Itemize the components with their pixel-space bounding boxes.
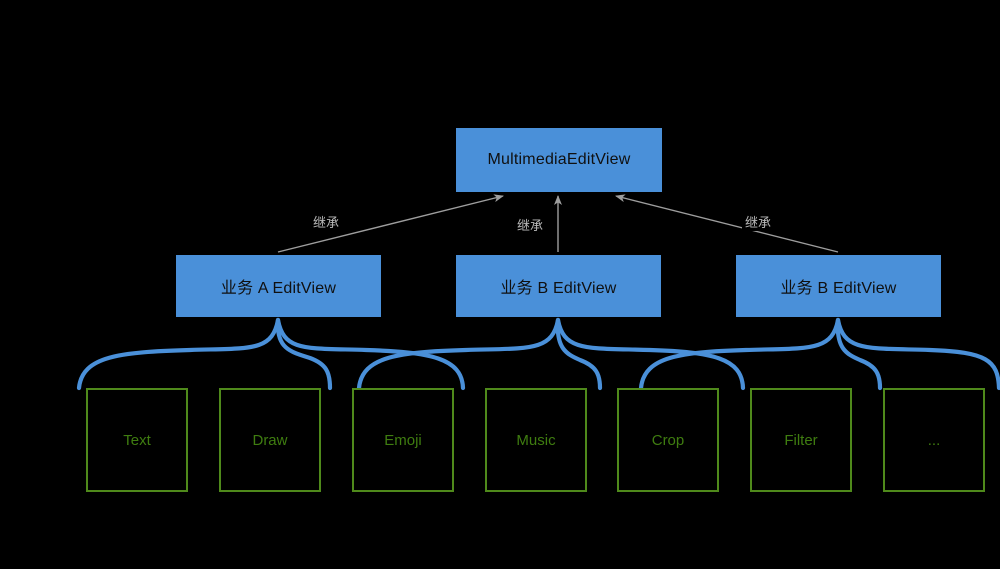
connector-b-emoji bbox=[356, 317, 561, 391]
node-business-b-edit-view-1[interactable]: 业务 B EditView bbox=[456, 255, 661, 317]
node-label: ... bbox=[927, 431, 941, 449]
connector-a-draw bbox=[275, 317, 333, 391]
node-component-more[interactable]: ... bbox=[883, 388, 985, 492]
node-business-b-edit-view-2[interactable]: 业务 B EditView bbox=[736, 255, 941, 317]
node-business-a-edit-view[interactable]: 业务 A EditView bbox=[176, 255, 381, 317]
connector-c-more bbox=[835, 317, 1000, 391]
connector-b-crop bbox=[555, 317, 746, 391]
node-label: Music bbox=[516, 431, 556, 449]
edge-label-inherit-middle: 继承 bbox=[514, 215, 547, 234]
node-label: Filter bbox=[784, 431, 818, 449]
node-label: 业务 B EditView bbox=[500, 280, 617, 297]
diagram-canvas: MultimediaEditView 业务 A EditView 业务 B Ed… bbox=[0, 0, 1000, 569]
node-label: 业务 A EditView bbox=[220, 280, 337, 297]
arrow-right bbox=[615, 194, 839, 253]
node-component-emoji[interactable]: Emoji bbox=[352, 388, 454, 492]
node-label: Crop bbox=[651, 431, 685, 449]
node-label: Emoji bbox=[384, 431, 422, 449]
node-label: MultimediaEditView bbox=[487, 151, 631, 168]
node-component-text[interactable]: Text bbox=[86, 388, 188, 492]
connector-c-filter bbox=[835, 317, 883, 391]
connector-a-text bbox=[76, 317, 281, 391]
node-label: Draw bbox=[252, 431, 288, 449]
connector-a-emoji bbox=[275, 317, 466, 391]
node-component-filter[interactable]: Filter bbox=[750, 388, 852, 492]
connector-b-music bbox=[555, 317, 603, 391]
edge-label-inherit-right: 继承 bbox=[742, 212, 775, 231]
node-label: 业务 B EditView bbox=[780, 280, 897, 297]
connector-c-crop bbox=[638, 317, 841, 391]
edge-label-inherit-left: 继承 bbox=[310, 212, 343, 231]
node-component-draw[interactable]: Draw bbox=[219, 388, 321, 492]
node-label: Text bbox=[123, 431, 151, 449]
node-component-crop[interactable]: Crop bbox=[617, 388, 719, 492]
node-multimedia-edit-view[interactable]: MultimediaEditView bbox=[456, 128, 662, 192]
node-component-music[interactable]: Music bbox=[485, 388, 587, 492]
